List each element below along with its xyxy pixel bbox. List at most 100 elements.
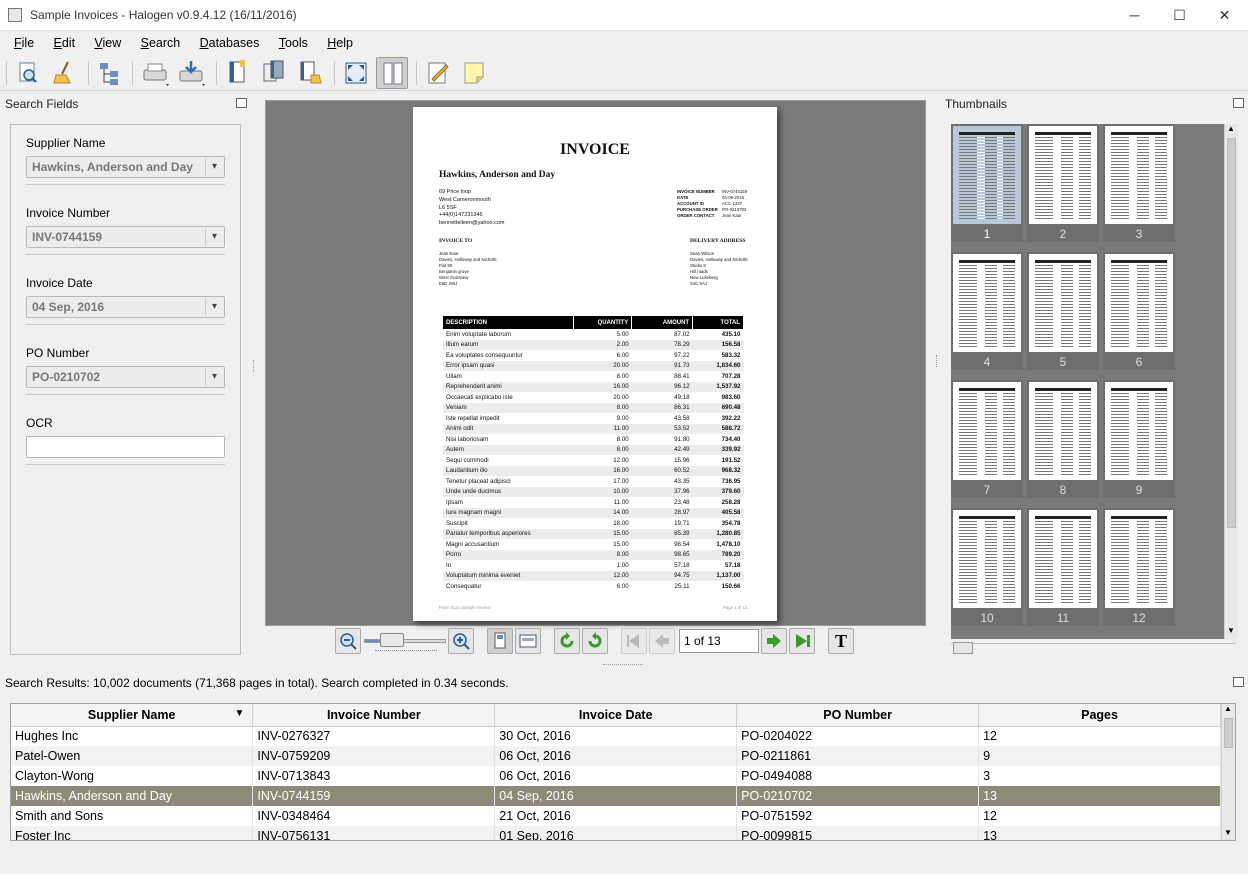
maximize-button[interactable]: ☐ <box>1157 0 1202 30</box>
invoice-number-combo[interactable]: INV-0744159 ▾ <box>26 226 225 248</box>
menu-search[interactable]: Search <box>139 33 183 53</box>
table-cell[interactable]: 12 <box>978 806 1221 826</box>
column-header-pages[interactable]: Pages <box>978 704 1221 727</box>
scroll-down-icon[interactable]: ▼ <box>1224 828 1232 837</box>
splitter-handle[interactable] <box>603 664 643 665</box>
table-row[interactable]: Patel-Owen INV-0759209 06 Oct, 2016 PO-0211… <box>11 746 1221 766</box>
table-row[interactable]: Hawkins, Anderson and Day INV-0744159 04 S… <box>11 786 1221 806</box>
chevron-down-icon[interactable]: ▾ <box>205 158 223 176</box>
table-cell[interactable]: 12 <box>978 726 1221 746</box>
results-table-container[interactable]: Supplier Name ▼ Invoice Number Invoice Da… <box>10 703 1236 841</box>
table-cell[interactable]: 04 Sep, 2016 <box>494 786 738 806</box>
menu-help[interactable]: Help <box>325 33 355 53</box>
float-panel-icon[interactable] <box>236 98 247 108</box>
table-cell[interactable]: Patel-Owen <box>11 746 254 766</box>
splitter-handle[interactable] <box>936 355 939 367</box>
table-cell[interactable]: INV-0348464 <box>252 806 496 826</box>
menu-databases[interactable]: Databases <box>198 33 262 53</box>
table-cell[interactable]: Smith and Sons <box>11 806 254 826</box>
table-cell[interactable]: INV-0276327 <box>252 726 496 746</box>
table-row[interactable]: Smith and Sons INV-0348464 21 Oct, 2016 PO-… <box>11 806 1221 826</box>
thumbnails-scrollbar[interactable]: ▲ ▼ <box>1224 124 1238 639</box>
table-cell[interactable]: PO-0211861 <box>736 746 980 766</box>
table-cell[interactable]: PO-0494088 <box>736 766 980 786</box>
zoom-slider[interactable] <box>364 639 446 643</box>
close-button[interactable]: ✕ <box>1202 0 1247 30</box>
slider-handle[interactable] <box>953 642 973 654</box>
thumbnail-page[interactable]: 4 <box>951 252 1023 370</box>
supplier-combo[interactable]: Hawkins, Anderson and Day ▾ <box>26 156 225 178</box>
thumbnail-size-slider[interactable] <box>951 642 1236 654</box>
fit-width-icon[interactable] <box>515 628 541 654</box>
po-number-combo[interactable]: PO-0210702 ▾ <box>26 366 225 388</box>
search-icon[interactable] <box>12 57 44 89</box>
document-clean-icon[interactable] <box>294 57 326 89</box>
menu-file[interactable]: File <box>12 33 36 53</box>
results-scrollbar[interactable]: ▲ ▼ <box>1221 704 1235 840</box>
edit-notes-icon[interactable] <box>422 57 454 89</box>
table-cell[interactable]: 30 Oct, 2016 <box>494 726 738 746</box>
tree-icon[interactable] <box>94 57 126 89</box>
column-header-invoice-date[interactable]: Invoice Date <box>494 704 738 727</box>
chevron-down-icon[interactable]: ▾ <box>205 368 223 386</box>
float-panel-icon[interactable] <box>1233 677 1244 687</box>
previous-page-icon[interactable] <box>649 628 675 654</box>
table-cell[interactable]: PO-0751592 <box>736 806 980 826</box>
menu-view[interactable]: View <box>92 33 123 53</box>
thumbnail-page[interactable]: 3 <box>1103 124 1175 242</box>
table-cell[interactable]: Hughes Inc <box>11 726 254 746</box>
table-cell[interactable]: Hawkins, Anderson and Day <box>11 786 254 806</box>
thumbnail-page[interactable]: 10 <box>951 508 1023 626</box>
next-page-icon[interactable] <box>761 628 787 654</box>
single-page-icon[interactable] <box>487 628 513 654</box>
text-layer-button[interactable]: T <box>828 628 854 654</box>
column-header-po-number[interactable]: PO Number <box>736 704 980 727</box>
rotate-right-icon[interactable] <box>582 628 608 654</box>
chevron-down-icon[interactable]: ▾ <box>205 298 223 316</box>
scroll-up-icon[interactable]: ▲ <box>1224 704 1232 713</box>
thumbnails-grid[interactable]: 1 2 3 4 5 6 7 8 9 10 11 12 <box>951 124 1224 639</box>
menu-tools[interactable]: Tools <box>277 33 310 53</box>
table-cell[interactable]: INV-0756131 <box>252 826 496 840</box>
thumbnail-page[interactable]: 5 <box>1027 252 1099 370</box>
table-cell[interactable]: 06 Oct, 2016 <box>494 746 738 766</box>
scanner-icon[interactable] <box>140 57 172 89</box>
table-row[interactable]: Hughes Inc INV-0276327 30 Oct, 2016 PO-0204… <box>11 726 1221 746</box>
menu-edit[interactable]: Edit <box>52 33 78 53</box>
last-page-icon[interactable] <box>789 628 815 654</box>
thumbnail-page[interactable]: 7 <box>951 380 1023 498</box>
table-cell[interactable]: INV-0744159 <box>252 786 496 806</box>
zoom-out-icon[interactable] <box>335 628 361 654</box>
table-cell[interactable]: 3 <box>978 766 1221 786</box>
minimize-button[interactable]: ─ <box>1112 0 1157 30</box>
table-cell[interactable]: 21 Oct, 2016 <box>494 806 738 826</box>
document-properties-icon[interactable] <box>222 57 254 89</box>
column-header-invoice-number[interactable]: Invoice Number <box>252 704 496 727</box>
import-icon[interactable] <box>176 57 208 89</box>
thumbnail-page[interactable]: 6 <box>1103 252 1175 370</box>
thumbnail-page[interactable]: 12 <box>1103 508 1175 626</box>
table-cell[interactable]: INV-0759209 <box>252 746 496 766</box>
table-cell[interactable]: PO-0099815 <box>736 826 980 840</box>
table-cell[interactable]: 06 Oct, 2016 <box>494 766 738 786</box>
table-cell[interactable]: Clayton-Wong <box>11 766 254 786</box>
thumbnail-page[interactable]: 9 <box>1103 380 1175 498</box>
float-panel-icon[interactable] <box>1233 98 1244 108</box>
splitter-handle[interactable] <box>253 360 256 372</box>
scroll-down-icon[interactable]: ▼ <box>1227 626 1235 635</box>
clear-broom-icon[interactable] <box>48 57 80 89</box>
fullscreen-icon[interactable] <box>340 57 372 89</box>
table-cell[interactable]: 13 <box>978 826 1221 840</box>
table-row[interactable]: Foster Inc INV-0756131 01 Sep, 2016 PO-0099… <box>11 826 1221 840</box>
invoice-date-combo[interactable]: 04 Sep, 2016 ▾ <box>26 296 225 318</box>
split-view-icon[interactable] <box>376 57 408 89</box>
document-viewer[interactable]: INVOICE Hawkins, Anderson and Day 69 Pri… <box>265 100 926 626</box>
scrollbar-thumb[interactable] <box>1227 138 1236 528</box>
page-number-field[interactable]: 1 of 13 <box>679 629 759 653</box>
sort-descending-icon[interactable]: ▼ <box>234 708 244 719</box>
sticky-note-icon[interactable] <box>458 57 490 89</box>
table-cell[interactable]: INV-0713843 <box>252 766 496 786</box>
table-cell[interactable]: PO-0204022 <box>736 726 980 746</box>
rotate-left-icon[interactable] <box>554 628 580 654</box>
table-row[interactable]: Clayton-Wong INV-0713843 06 Oct, 2016 PO-04… <box>11 766 1221 786</box>
